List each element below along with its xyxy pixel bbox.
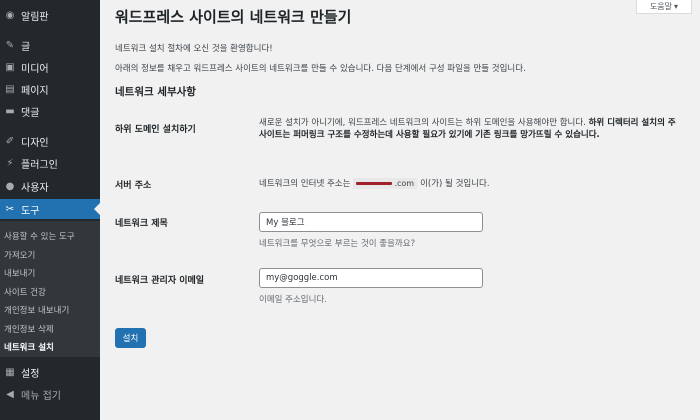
sidebar-item-plugins[interactable]: ⚡ 플러그인 bbox=[0, 153, 100, 173]
install-button[interactable]: 설치 bbox=[115, 328, 146, 348]
network-title-label: 네트워크 제목 bbox=[115, 219, 168, 229]
sidebar-item-label: 설정 bbox=[21, 368, 40, 380]
server-address-label: 서버 주소 bbox=[115, 181, 152, 191]
submenu-item-export[interactable]: 내보내기 bbox=[4, 267, 35, 279]
appearance-icon: ✐ bbox=[5, 135, 15, 147]
welcome-text: 네트워크 설치 절차에 오신 것을 환영합니다! bbox=[115, 44, 273, 54]
submenu-item-network-setup[interactable]: 네트워크 설치 bbox=[4, 341, 54, 353]
media-icon: ▣ bbox=[5, 61, 15, 73]
sidebar-item-media[interactable]: ▣ 미디어 bbox=[0, 57, 100, 77]
section-title: 네트워크 세부사항 bbox=[115, 86, 196, 98]
tools-submenu: 사용할 수 있는 도구 가져오기 내보내기 사이트 건강 개인정보 내보내기 개… bbox=[0, 221, 100, 357]
subdomain-description: 새로운 설치가 아니기에, 워드프레스 네트워크의 사이트는 하위 도메인을 사… bbox=[259, 117, 679, 141]
server-address-suffix: 이(가) 될 것입니다. bbox=[420, 179, 490, 189]
chevron-down-icon: ▾ bbox=[674, 2, 679, 11]
sidebar-item-label: 미디어 bbox=[21, 63, 49, 75]
active-menu-arrow bbox=[94, 203, 100, 215]
sidebar-item-settings[interactable]: ▦ 설정 bbox=[0, 362, 100, 382]
sidebar-item-posts[interactable]: ✎ 글 bbox=[0, 35, 100, 55]
subdomain-desc-plain: 새로운 설치가 아니기에, 워드프레스 네트워크의 사이트는 하위 도메인을 사… bbox=[259, 118, 586, 128]
submenu-item-site-health[interactable]: 사이트 건강 bbox=[4, 286, 46, 298]
sidebar-item-pages[interactable]: ▤ 페이지 bbox=[0, 79, 100, 99]
admin-email-label: 네트워크 관리자 이메일 bbox=[115, 276, 205, 286]
sidebar-item-label: 디자인 bbox=[21, 137, 49, 149]
sidebar-item-label: 플러그인 bbox=[21, 159, 58, 171]
help-tab-label: 도움말 bbox=[649, 2, 673, 11]
dashboard-icon: ◉ bbox=[5, 9, 15, 21]
sidebar-item-label: 댓글 bbox=[21, 107, 40, 119]
admin-sidebar: ◉ 알림판 ✎ 글 ▣ 미디어 ▤ 페이지 ▬ 댓글 ✐ 디자인 ⚡ 플러그인 … bbox=[0, 0, 100, 420]
server-address-prefix: 네트워크의 인터넷 주소는 bbox=[259, 179, 351, 189]
sidebar-item-appearance[interactable]: ✐ 디자인 bbox=[0, 131, 100, 151]
sidebar-item-dashboard[interactable]: ◉ 알림판 bbox=[0, 5, 100, 25]
subdomain-label: 하위 도메인 설치하기 bbox=[115, 125, 196, 135]
page-title: 워드프레스 사이트의 네트워크 만들기 bbox=[115, 8, 352, 26]
submenu-item-import[interactable]: 가져오기 bbox=[4, 249, 35, 261]
comment-icon: ▬ bbox=[5, 105, 15, 117]
sidebar-item-label: 알림판 bbox=[21, 11, 49, 23]
sidebar-item-collapse-menu[interactable]: ◀ 메뉴 접기 bbox=[0, 384, 100, 404]
sidebar-item-users[interactable]: ● 사용자 bbox=[0, 176, 100, 196]
instructions-text: 아래의 정보를 채우고 워드프레스 사이트의 네트워크를 만들 수 있습니다. … bbox=[115, 64, 526, 74]
wrench-icon: ✂ bbox=[5, 203, 15, 215]
network-title-hint: 네트워크를 무엇으로 부르는 것이 좋을까요? bbox=[259, 239, 416, 249]
page-icon: ▤ bbox=[5, 83, 15, 95]
sidebar-item-comments[interactable]: ▬ 댓글 bbox=[0, 101, 100, 121]
sidebar-item-label: 도구 bbox=[21, 205, 40, 217]
domain-code: .com bbox=[353, 177, 418, 189]
redacted-domain bbox=[356, 181, 393, 185]
sidebar-item-label: 사용자 bbox=[21, 182, 49, 194]
domain-suffix: .com bbox=[394, 178, 415, 188]
sidebar-item-label: 페이지 bbox=[21, 85, 49, 97]
pin-icon: ✎ bbox=[5, 39, 15, 51]
submenu-item-export-personal-data[interactable]: 개인정보 내보내기 bbox=[4, 304, 69, 316]
admin-email-hint: 이메일 주소입니다. bbox=[259, 295, 327, 305]
submenu-item-available-tools[interactable]: 사용할 수 있는 도구 bbox=[4, 230, 75, 242]
sidebar-item-label: 글 bbox=[21, 41, 31, 53]
server-address-text: 네트워크의 인터넷 주소는 .com 이(가) 될 것입니다. bbox=[259, 177, 490, 189]
admin-email-input[interactable] bbox=[259, 268, 483, 288]
network-title-input[interactable] bbox=[259, 212, 483, 232]
sidebar-item-tools[interactable]: ✂ 도구 bbox=[0, 199, 100, 219]
user-icon: ● bbox=[5, 180, 15, 192]
collapse-icon: ◀ bbox=[6, 388, 14, 400]
sidebar-item-label: 메뉴 접기 bbox=[21, 390, 61, 402]
plugin-icon: ⚡ bbox=[6, 157, 14, 169]
settings-icon: ▦ bbox=[5, 366, 15, 378]
submenu-item-erase-personal-data[interactable]: 개인정보 삭제 bbox=[4, 323, 54, 335]
help-tab-button[interactable]: 도움말 ▾ bbox=[636, 0, 692, 14]
